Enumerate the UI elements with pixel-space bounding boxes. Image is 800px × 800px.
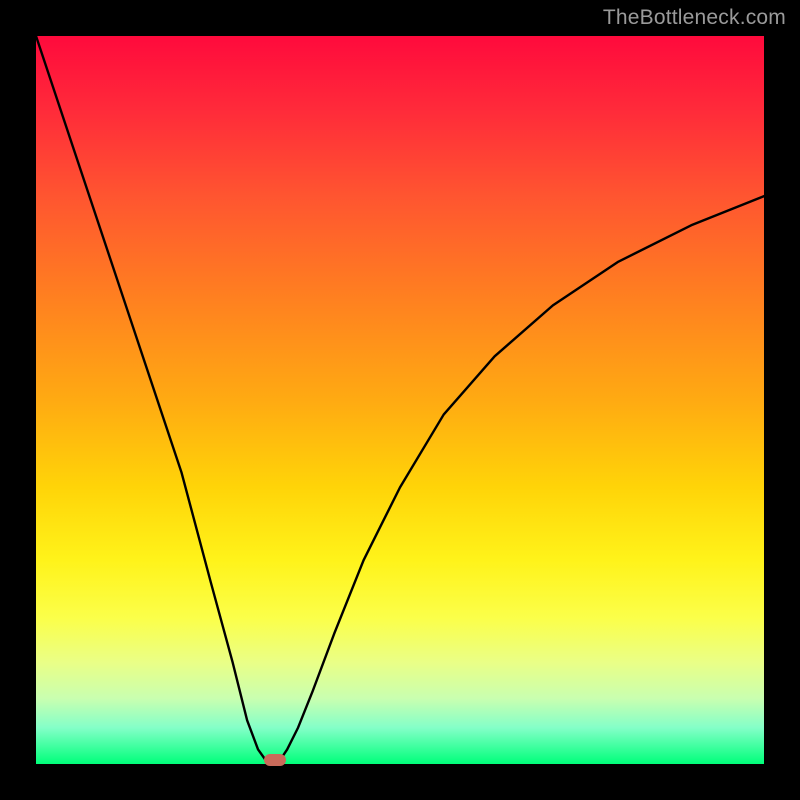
- watermark-text: TheBottleneck.com: [603, 6, 786, 30]
- bottleneck-curve: [36, 36, 764, 764]
- plot-area: [36, 36, 764, 764]
- optimal-point-marker: [264, 754, 286, 766]
- chart-frame: TheBottleneck.com: [0, 0, 800, 800]
